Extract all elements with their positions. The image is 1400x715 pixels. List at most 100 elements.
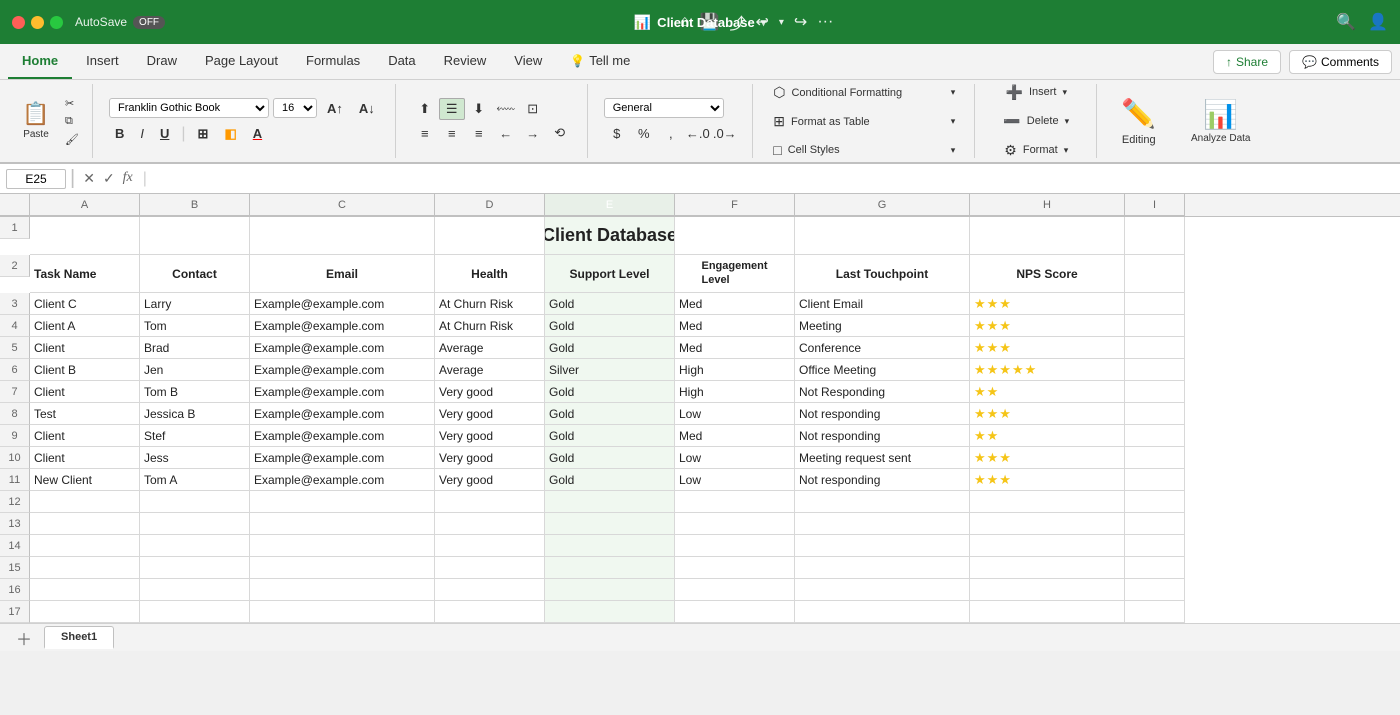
currency-button[interactable]: $ <box>604 122 630 144</box>
cell-g14[interactable] <box>795 535 970 557</box>
cell-i14[interactable] <box>1125 535 1185 557</box>
cell-i13[interactable] <box>1125 513 1185 535</box>
cell-c5[interactable]: Example@example.com <box>250 337 435 359</box>
cell-h12[interactable] <box>970 491 1125 513</box>
cell-h14[interactable] <box>970 535 1125 557</box>
cell-a4[interactable]: Client A <box>30 315 140 337</box>
cell-e2[interactable]: Support Level <box>545 255 675 293</box>
cell-h4[interactable]: ★★★ <box>970 315 1125 337</box>
cell-h1[interactable] <box>970 217 1125 255</box>
tab-insert[interactable]: Insert <box>72 44 133 79</box>
cell-c17[interactable] <box>250 601 435 623</box>
cell-d3[interactable]: At Churn Risk <box>435 293 545 315</box>
cell-b9[interactable]: Stef <box>140 425 250 447</box>
orientation-button[interactable]: ⟲ <box>547 122 573 144</box>
col-header-b[interactable]: B <box>140 194 250 216</box>
cell-f13[interactable] <box>675 513 795 535</box>
cell-c7[interactable]: Example@example.com <box>250 381 435 403</box>
cell-d16[interactable] <box>435 579 545 601</box>
cell-d6[interactable]: Average <box>435 359 545 381</box>
cell-f9[interactable]: Med <box>675 425 795 447</box>
align-bottom-button[interactable]: ⬇ <box>466 98 492 120</box>
cell-i16[interactable] <box>1125 579 1185 601</box>
cell-d7[interactable]: Very good <box>435 381 545 403</box>
row-header-15[interactable]: 15 <box>0 557 30 579</box>
cell-e14[interactable] <box>545 535 675 557</box>
decrease-indent-button[interactable]: ← <box>493 122 519 144</box>
decrease-decimal-button[interactable]: ←.0 <box>685 122 711 144</box>
conditional-formatting-button[interactable]: ⬡ Conditional Formatting ▾ <box>764 80 964 105</box>
increase-decimal-button[interactable]: .0→ <box>712 122 738 144</box>
row-header-5[interactable]: 5 <box>0 337 30 359</box>
col-header-g[interactable]: G <box>795 194 970 216</box>
cell-a6[interactable]: Client B <box>30 359 140 381</box>
cell-e1[interactable]: Client Database <box>545 217 675 255</box>
cell-b1[interactable] <box>140 217 250 255</box>
underline-button[interactable]: U <box>154 123 175 144</box>
cell-e11[interactable]: Gold <box>545 469 675 491</box>
col-header-a[interactable]: A <box>30 194 140 216</box>
cell-g4[interactable]: Meeting <box>795 315 970 337</box>
cell-a16[interactable] <box>30 579 140 601</box>
cell-a8[interactable]: Test <box>30 403 140 425</box>
cell-i4[interactable] <box>1125 315 1185 337</box>
row-header-2[interactable]: 2 <box>0 255 30 277</box>
align-top-button[interactable]: ⬆ <box>412 98 438 120</box>
cell-h11[interactable]: ★★★ <box>970 469 1125 491</box>
more-options-icon[interactable]: ··· <box>817 13 833 31</box>
row-header-7[interactable]: 7 <box>0 381 30 403</box>
align-middle-button[interactable]: ☰ <box>439 98 465 120</box>
row-header-10[interactable]: 10 <box>0 447 30 469</box>
cell-e10[interactable]: Gold <box>545 447 675 469</box>
delete-button[interactable]: ➖ Delete ▾ <box>994 109 1078 134</box>
cut-button[interactable]: ✂ <box>60 95 84 112</box>
cell-e17[interactable] <box>545 601 675 623</box>
sheet-tab-sheet1[interactable]: Sheet1 <box>44 626 114 649</box>
cell-c12[interactable] <box>250 491 435 513</box>
cell-c9[interactable]: Example@example.com <box>250 425 435 447</box>
cancel-formula-icon[interactable]: ✕ <box>83 170 95 187</box>
cell-i10[interactable] <box>1125 447 1185 469</box>
tab-draw[interactable]: Draw <box>133 44 191 79</box>
cell-b13[interactable] <box>140 513 250 535</box>
increase-font-button[interactable]: A↑ <box>321 98 349 119</box>
cell-i6[interactable] <box>1125 359 1185 381</box>
cell-a3[interactable]: Client C <box>30 293 140 315</box>
cell-a7[interactable]: Client <box>30 381 140 403</box>
cell-g11[interactable]: Not responding <box>795 469 970 491</box>
cell-f17[interactable] <box>675 601 795 623</box>
cell-c13[interactable] <box>250 513 435 535</box>
undo-dropdown-icon[interactable]: ▾ <box>779 17 784 28</box>
cell-b6[interactable]: Jen <box>140 359 250 381</box>
cell-c6[interactable]: Example@example.com <box>250 359 435 381</box>
row-header-3[interactable]: 3 <box>0 293 30 315</box>
cell-i1[interactable] <box>1125 217 1185 255</box>
cell-d1[interactable] <box>435 217 545 255</box>
cell-b4[interactable]: Tom <box>140 315 250 337</box>
cell-g10[interactable]: Meeting request sent <box>795 447 970 469</box>
cell-f1[interactable] <box>675 217 795 255</box>
cell-i17[interactable] <box>1125 601 1185 623</box>
align-right-button[interactable]: ≡ <box>466 122 492 144</box>
cell-a11[interactable]: New Client <box>30 469 140 491</box>
cell-f5[interactable]: Med <box>675 337 795 359</box>
copy-button[interactable]: ⧉ <box>60 113 84 130</box>
cell-g6[interactable]: Office Meeting <box>795 359 970 381</box>
cell-b3[interactable]: Larry <box>140 293 250 315</box>
cell-b10[interactable]: Jess <box>140 447 250 469</box>
cell-f4[interactable]: Med <box>675 315 795 337</box>
cell-b14[interactable] <box>140 535 250 557</box>
cell-b8[interactable]: Jessica B <box>140 403 250 425</box>
analyze-data-section[interactable]: 📊 Analyze Data <box>1181 84 1261 158</box>
cell-g17[interactable] <box>795 601 970 623</box>
cell-f7[interactable]: High <box>675 381 795 403</box>
cell-c10[interactable]: Example@example.com <box>250 447 435 469</box>
tab-data[interactable]: Data <box>374 44 429 79</box>
align-left-button[interactable]: ≡ <box>412 122 438 144</box>
user-icon[interactable]: 👤 <box>1368 12 1388 32</box>
cell-e9[interactable]: Gold <box>545 425 675 447</box>
cell-b17[interactable] <box>140 601 250 623</box>
share-button[interactable]: ↑ Share <box>1213 50 1281 74</box>
cell-h17[interactable] <box>970 601 1125 623</box>
col-header-d[interactable]: D <box>435 194 545 216</box>
